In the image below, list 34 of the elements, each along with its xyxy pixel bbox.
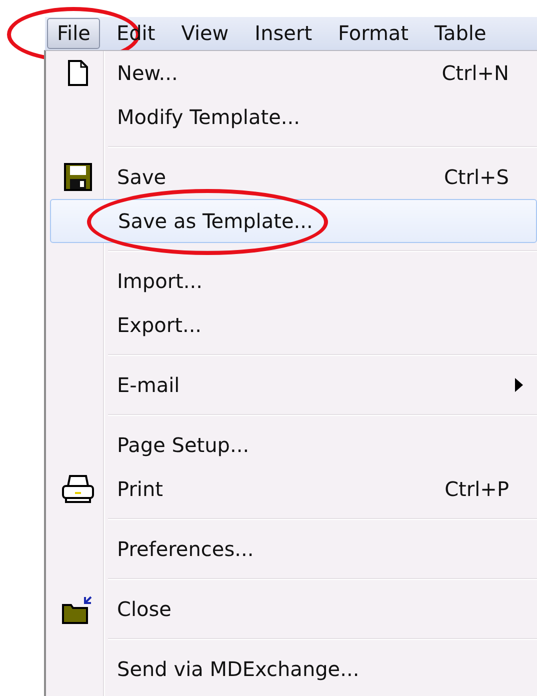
document-icon bbox=[66, 60, 88, 86]
menu-item[interactable]: Preferences... bbox=[50, 527, 537, 571]
menu-item-label: Modify Template... bbox=[117, 105, 300, 129]
menu-item[interactable]: Save as Template... bbox=[50, 199, 537, 243]
menu-item[interactable]: Send via MDExchange... bbox=[50, 647, 537, 691]
menu-item[interactable]: Page Setup... bbox=[50, 423, 537, 467]
menu-tab[interactable]: Format bbox=[328, 18, 419, 49]
menu-item-label: Print bbox=[117, 477, 164, 501]
menu-tab[interactable]: View bbox=[171, 18, 239, 49]
menu-item[interactable]: Close bbox=[50, 587, 537, 631]
menu-item[interactable]: Print Ctrl+P bbox=[50, 467, 537, 511]
menu-item-label: Export... bbox=[117, 313, 202, 337]
menu-tab[interactable]: File bbox=[47, 18, 100, 49]
menu-item-label: Page Setup... bbox=[117, 433, 250, 457]
menu-item-label: New... bbox=[117, 61, 178, 85]
menu-item-label: Close bbox=[117, 597, 172, 621]
shortcut-text: Ctrl+N bbox=[442, 60, 509, 87]
menu-item[interactable]: New... Ctrl+N bbox=[50, 51, 537, 95]
menu-item[interactable]: E-mail bbox=[50, 363, 537, 407]
menu-item-label: E-mail bbox=[117, 373, 180, 397]
menu-item[interactable]: Modify Template... bbox=[50, 95, 537, 139]
menu-item-label: Save as Template... bbox=[118, 209, 313, 233]
menu-tab[interactable]: Table bbox=[424, 18, 496, 49]
shortcut-text: Ctrl+S bbox=[444, 164, 509, 191]
menu-item-label: Send via MDExchange... bbox=[117, 657, 360, 681]
menu-tab[interactable]: Insert bbox=[244, 18, 322, 49]
menu-item[interactable]: Import... bbox=[50, 259, 537, 303]
printer-icon bbox=[60, 474, 94, 504]
menu-item-label: Save bbox=[117, 165, 166, 189]
menu-item[interactable]: Export... bbox=[50, 303, 537, 347]
menu-item[interactable]: Save Ctrl+S bbox=[50, 155, 537, 199]
menu-item-label: Preferences... bbox=[117, 537, 254, 561]
menu-item-label: Import... bbox=[117, 269, 202, 293]
shortcut-text: Ctrl+P bbox=[444, 476, 509, 503]
